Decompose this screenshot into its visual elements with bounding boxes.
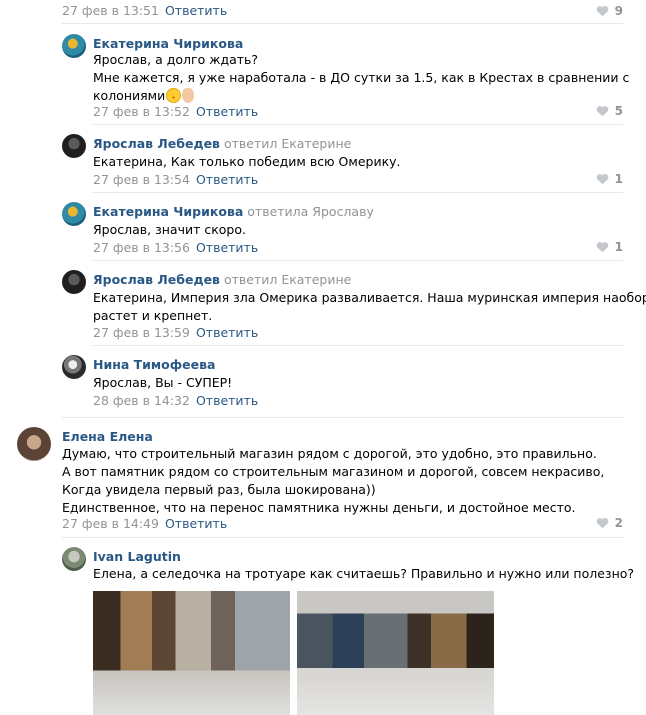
heart-icon [596,106,608,117]
divider [93,124,623,125]
author-name[interactable]: Екатерина Чирикова [93,204,243,219]
avatar[interactable] [17,427,51,461]
avatar[interactable] [62,202,86,226]
author-name[interactable]: Екатерина Чирикова [93,36,243,51]
avatar[interactable] [62,134,86,158]
reply-to-label[interactable]: ответил Екатерине [224,136,351,151]
reply-comment: Екатерина Чирикова ответила Ярославу Яро… [0,196,646,258]
ok-hand-emoji-icon [182,88,195,103]
main-comment: Елена Елена Думаю, что строительный мага… [0,421,646,536]
avatar[interactable] [62,355,86,379]
smiling-face-emoji-icon [166,88,182,103]
divider [93,192,623,193]
reply-comment: Ярослав Лебедев ответил Екатерине Екатер… [0,128,646,190]
like-button[interactable]: 2 [596,516,623,530]
like-button[interactable]: 9 [596,4,623,18]
author-name[interactable]: Ярослав Лебедев [93,136,220,151]
like-count: 9 [614,4,623,18]
heart-icon [596,174,608,185]
comment-date[interactable]: 27 фев в 13:59 [93,325,190,340]
reply-button[interactable]: Ответить [196,240,258,255]
like-count: 5 [614,104,623,118]
reply-to-label[interactable]: ответила Ярославу [247,204,374,219]
divider [62,23,623,24]
like-count: 1 [614,240,623,254]
like-button[interactable]: 1 [596,240,623,254]
divider [62,417,623,418]
author-name[interactable]: Елена Елена [62,429,153,444]
comment-text: Екатерина, Как только победим всю Омерик… [93,154,401,169]
comment-text: Елена, а селедочка на тротуаре как счита… [93,566,635,581]
comment-date[interactable]: 27 фев в 13:51 [62,3,159,18]
author-name[interactable]: Нина Тимофеева [93,357,215,372]
reply-comment: Нина Тимофеева Ярослав, Вы - СУПЕР! 28 ф… [0,349,646,411]
reply-to-label[interactable]: ответил Екатерине [224,272,351,287]
reply-button[interactable]: Ответить [196,325,258,340]
avatar[interactable] [62,270,86,294]
like-count: 2 [614,516,623,530]
reply-button[interactable]: Ответить [196,393,258,408]
comment-date[interactable]: 28 фев в 14:32 [93,393,190,408]
comment-date[interactable]: 27 фев в 13:52 [93,104,190,119]
street-market-photo[interactable] [297,591,494,715]
divider [62,537,623,538]
heart-icon [596,242,608,253]
comment-text: Екатерина, Империя зла Омерика развалива… [93,290,646,323]
street-market-photo[interactable] [93,591,290,715]
avatar[interactable] [62,547,86,571]
like-button[interactable]: 5 [596,104,623,118]
like-button[interactable]: 1 [596,172,623,186]
author-name[interactable]: Ivan Lagutin [93,549,181,564]
comment-date[interactable]: 27 фев в 13:56 [93,240,190,255]
reply-button[interactable]: Ответить [196,104,258,119]
comment-text: Ярослав, значит скоро. [93,222,246,237]
reply-button[interactable]: Ответить [196,172,258,187]
heart-icon [596,518,608,529]
divider [93,260,623,261]
author-name[interactable]: Ярослав Лебедев [93,272,220,287]
reply-comment: Екатерина Чирикова Ярослав, а долго ждат… [0,28,646,123]
comment-text: Ярослав, а долго ждать? Мне кажется, я у… [93,52,630,103]
divider [93,345,623,346]
avatar[interactable] [62,34,86,58]
reply-button[interactable]: Ответить [165,516,227,531]
heart-icon [596,6,608,17]
comment-date[interactable]: 27 фев в 13:54 [93,172,190,187]
comment-date[interactable]: 27 фев в 14:49 [62,516,159,531]
reply-button[interactable]: Ответить [165,3,227,18]
comment-text: Думаю, что строительный магазин рядом с … [62,446,605,515]
comment-text: Ярослав, Вы - СУПЕР! [93,375,233,390]
like-count: 1 [614,172,623,186]
reply-comment: Ярослав Лебедев ответил Екатерине Екатер… [0,264,646,344]
